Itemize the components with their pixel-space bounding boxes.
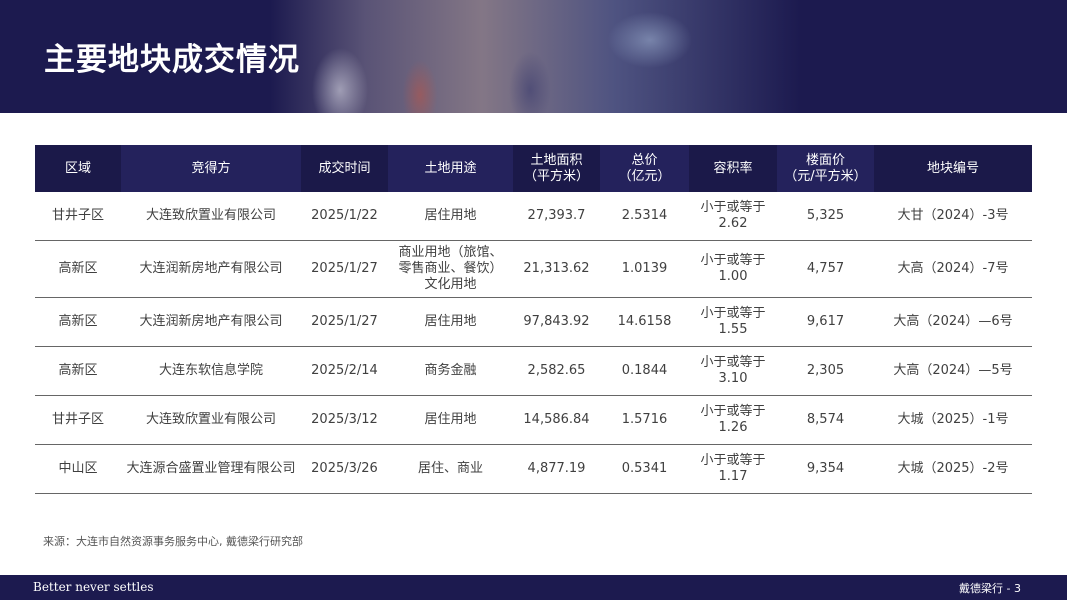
table-header-row: 区域 竞得方 成交时间 土地用途 土地面积 （平方米） 总价 （亿元） 容积率 楼面… (35, 145, 1032, 192)
table-cell: 14,586.84 (513, 395, 600, 445)
table-cell: 1.5716 (600, 395, 689, 445)
table-cell: 高新区 (35, 346, 121, 396)
column-header: 成交时间 (301, 145, 388, 192)
table-cell: 大连致欣置业有限公司 (121, 192, 301, 241)
table-cell: 小于或等于 1.00 (689, 240, 777, 298)
table-cell: 商业用地（旅馆、 零售商业、餐饮） 文化用地 (388, 240, 513, 298)
table-cell: 2025/1/22 (301, 192, 388, 241)
table-cell: 高新区 (35, 297, 121, 347)
table-cell: 2025/1/27 (301, 240, 388, 298)
table-row: 高新区 大连东软信息学院 2025/2/14 商务金融 2,582.65 0.1… (35, 346, 1032, 396)
table-cell: 居住、商业 (388, 444, 513, 494)
table-row: 中山区 大连源合盛置业管理有限公司 2025/3/26 居住、商业 4,877.… (35, 444, 1032, 494)
table-cell: 小于或等于 1.17 (689, 444, 777, 494)
table-cell: 2025/3/26 (301, 444, 388, 494)
table-row: 甘井子区 大连致欣置业有限公司 2025/3/12 居住用地 14,586.84… (35, 395, 1032, 445)
header-photo (270, 0, 800, 113)
table-cell: 居住用地 (388, 395, 513, 445)
column-header: 容积率 (689, 145, 777, 192)
table-row: 高新区 大连润新房地产有限公司 2025/1/27 居住用地 97,843.92… (35, 297, 1032, 347)
table-row: 高新区 大连润新房地产有限公司 2025/1/27 商业用地（旅馆、 零售商业、餐… (35, 240, 1032, 298)
table-cell: 21,313.62 (513, 240, 600, 298)
table-cell: 97,843.92 (513, 297, 600, 347)
table-cell: 大连源合盛置业管理有限公司 (121, 444, 301, 494)
table-cell: 甘井子区 (35, 192, 121, 241)
column-header: 土地用途 (388, 145, 513, 192)
table-cell: 高新区 (35, 240, 121, 298)
table-cell: 9,354 (777, 444, 874, 494)
table-cell: 甘井子区 (35, 395, 121, 445)
table-cell: 大高（2024）—6号 (874, 297, 1032, 347)
table-cell: 居住用地 (388, 297, 513, 347)
table-cell: 大连东软信息学院 (121, 346, 301, 396)
table-cell: 5,325 (777, 192, 874, 241)
table-row: 甘井子区 大连致欣置业有限公司 2025/1/22 居住用地 27,393.7 … (35, 192, 1032, 241)
table-cell: 8,574 (777, 395, 874, 445)
table-cell: 4,757 (777, 240, 874, 298)
column-header: 楼面价 （元/平方米） (777, 145, 874, 192)
table-cell: 小于或等于 3.10 (689, 346, 777, 396)
land-transaction-table: 区域 竞得方 成交时间 土地用途 土地面积 （平方米） 总价 （亿元） 容积率 楼面… (35, 145, 1032, 494)
table-cell: 0.5341 (600, 444, 689, 494)
table-cell: 大连润新房地产有限公司 (121, 240, 301, 298)
footer-tagline: Better never settles (33, 580, 154, 594)
table-cell: 2025/3/12 (301, 395, 388, 445)
table-cell: 大高（2024）—5号 (874, 346, 1032, 396)
table-cell: 2025/2/14 (301, 346, 388, 396)
table-cell: 小于或等于 1.26 (689, 395, 777, 445)
table-cell: 0.1844 (600, 346, 689, 396)
table-cell: 4,877.19 (513, 444, 600, 494)
table-cell: 2025/1/27 (301, 297, 388, 347)
table-cell: 中山区 (35, 444, 121, 494)
source-note: 来源：大连市自然资源事务服务中心, 戴德梁行研究部 (43, 535, 303, 548)
column-header: 区域 (35, 145, 121, 192)
header-banner: 主要地块成交情况 (0, 0, 1067, 113)
table-cell: 大甘（2024）-3号 (874, 192, 1032, 241)
column-header: 竞得方 (121, 145, 301, 192)
column-header: 地块编号 (874, 145, 1032, 192)
page-title: 主要地块成交情况 (44, 42, 300, 78)
column-header: 总价 （亿元） (600, 145, 689, 192)
table-cell: 27,393.7 (513, 192, 600, 241)
table-cell: 大城（2025）-2号 (874, 444, 1032, 494)
table-cell: 大连致欣置业有限公司 (121, 395, 301, 445)
table-cell: 1.0139 (600, 240, 689, 298)
table-cell: 14.6158 (600, 297, 689, 347)
footer-bar: Better never settles 戴德梁行 - 3 (0, 575, 1067, 600)
table-cell: 小于或等于 1.55 (689, 297, 777, 347)
table-cell: 居住用地 (388, 192, 513, 241)
table-cell: 大高（2024）-7号 (874, 240, 1032, 298)
table-cell: 商务金融 (388, 346, 513, 396)
table-cell: 2.5314 (600, 192, 689, 241)
table-cell: 2,305 (777, 346, 874, 396)
table-cell: 大城（2025）-1号 (874, 395, 1032, 445)
page-number: 戴德梁行 - 3 (959, 582, 1021, 595)
table-cell: 大连润新房地产有限公司 (121, 297, 301, 347)
table-cell: 小于或等于 2.62 (689, 192, 777, 241)
column-header: 土地面积 （平方米） (513, 145, 600, 192)
table-cell: 9,617 (777, 297, 874, 347)
table-cell: 2,582.65 (513, 346, 600, 396)
